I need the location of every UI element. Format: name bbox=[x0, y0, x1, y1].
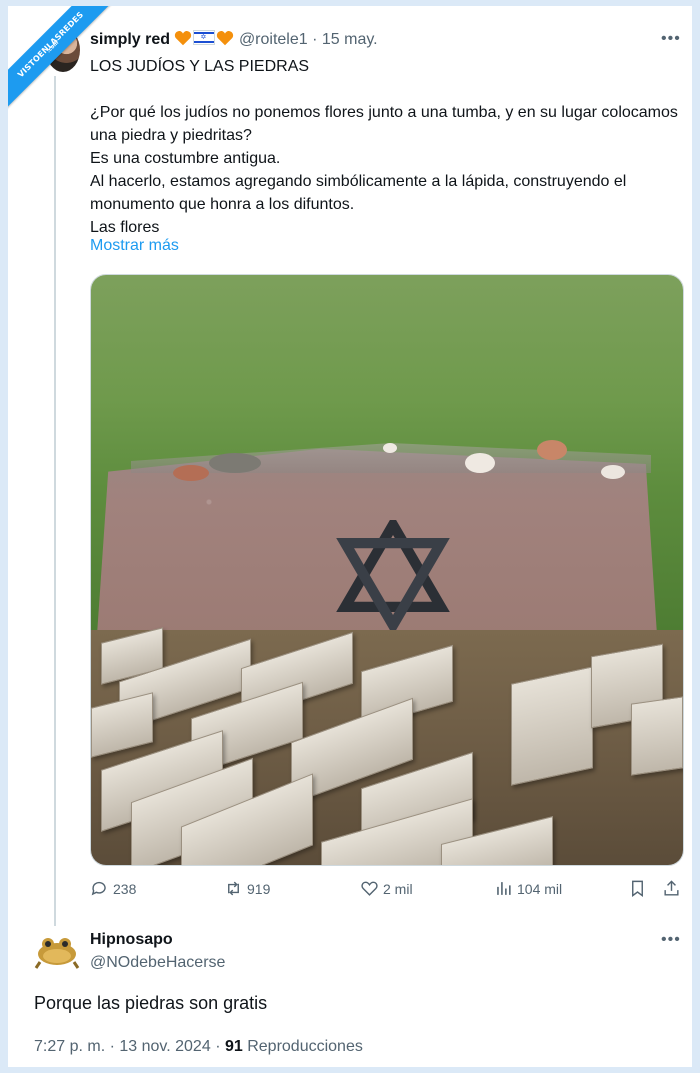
heart-icon bbox=[361, 881, 378, 896]
separator: · bbox=[312, 31, 318, 48]
reply-time[interactable]: 7:27 p. m. bbox=[34, 1038, 105, 1055]
reply-views-count: 91 bbox=[224, 1038, 243, 1055]
separator: · bbox=[109, 1038, 115, 1055]
reply-author-name[interactable]: Hipnosapo bbox=[90, 931, 173, 949]
pebble bbox=[537, 440, 567, 460]
views-button[interactable]: 104 mil bbox=[494, 879, 562, 898]
watermark-ribbon: VISTOENLASREDES .com bbox=[8, 6, 118, 116]
tweet-line-title: LOS JUDÍOS Y LAS PIEDRAS bbox=[90, 58, 310, 75]
retweet-button[interactable]: 919 bbox=[224, 879, 270, 898]
screenshot-frame: VISTOENLASREDES .com simply red ✡ @roite… bbox=[8, 6, 692, 1067]
show-more-link[interactable]: Mostrar más bbox=[90, 237, 179, 255]
retweet-count: 919 bbox=[247, 880, 271, 897]
more-horizontal-icon[interactable]: ••• bbox=[661, 30, 681, 48]
tweet-actions: 238 919 2 mil 104 mil bbox=[90, 879, 690, 903]
reply-author-handle[interactable]: @NOdebeHacerse bbox=[90, 954, 225, 972]
star-of-david-icon bbox=[336, 520, 450, 630]
tweet-line: ¿Por qué los judíos no ponemos flores ju… bbox=[90, 104, 678, 144]
reply-date[interactable]: 13 nov. 2024 bbox=[119, 1038, 210, 1055]
tweet-header: simply red ✡ @roitele1 · 15 may. bbox=[90, 30, 378, 49]
gravestone-photo bbox=[91, 275, 683, 635]
avatar[interactable] bbox=[34, 932, 80, 970]
reply-icon bbox=[91, 881, 106, 896]
separator: · bbox=[215, 1038, 221, 1055]
bookmark-button[interactable] bbox=[628, 879, 647, 898]
share-button[interactable] bbox=[662, 879, 681, 898]
reply-text: Porque las piedras son gratis bbox=[34, 993, 268, 1013]
thread-line bbox=[54, 76, 56, 926]
pebble bbox=[383, 443, 397, 453]
tweet-line: Las flores bbox=[90, 219, 160, 236]
tweet-media-image[interactable] bbox=[90, 274, 684, 866]
author-handle[interactable]: @roitele1 bbox=[239, 31, 308, 48]
reply-count: 238 bbox=[113, 880, 137, 897]
cemetery-slabs-photo bbox=[91, 627, 683, 865]
like-button[interactable]: 2 mil bbox=[360, 879, 413, 898]
like-count: 2 mil bbox=[383, 880, 413, 897]
views-chart-icon bbox=[497, 882, 511, 895]
pebble bbox=[465, 453, 495, 473]
tweet-date[interactable]: 15 may. bbox=[322, 31, 378, 48]
more-horizontal-icon[interactable]: ••• bbox=[661, 931, 681, 949]
tweet-text: LOS JUDÍOS Y LAS PIEDRAS ¿Por qué los ju… bbox=[90, 55, 690, 239]
tweet-line: Al hacerlo, estamos agregando simbólicam… bbox=[90, 173, 627, 213]
bookmark-icon bbox=[632, 880, 643, 898]
orange-heart-icon bbox=[217, 31, 234, 46]
pebble bbox=[601, 465, 625, 479]
retweet-icon bbox=[228, 881, 239, 896]
pebble bbox=[173, 465, 209, 481]
pebble bbox=[209, 453, 261, 473]
orange-heart-icon bbox=[175, 31, 192, 46]
israel-flag-icon: ✡ bbox=[193, 30, 216, 45]
reply-button[interactable]: 238 bbox=[90, 879, 136, 898]
reply-views-label: Reproducciones bbox=[247, 1038, 363, 1055]
reply-footer: 7:27 p. m. · 13 nov. 2024 · 91 Reproducc… bbox=[34, 1038, 363, 1056]
share-icon bbox=[664, 880, 679, 896]
views-count: 104 mil bbox=[517, 880, 563, 897]
watermark-sub: .com bbox=[45, 39, 61, 55]
tweet-line: Es una costumbre antigua. bbox=[90, 150, 281, 167]
watermark-text: VISTOENLASREDES .com bbox=[8, 6, 118, 116]
